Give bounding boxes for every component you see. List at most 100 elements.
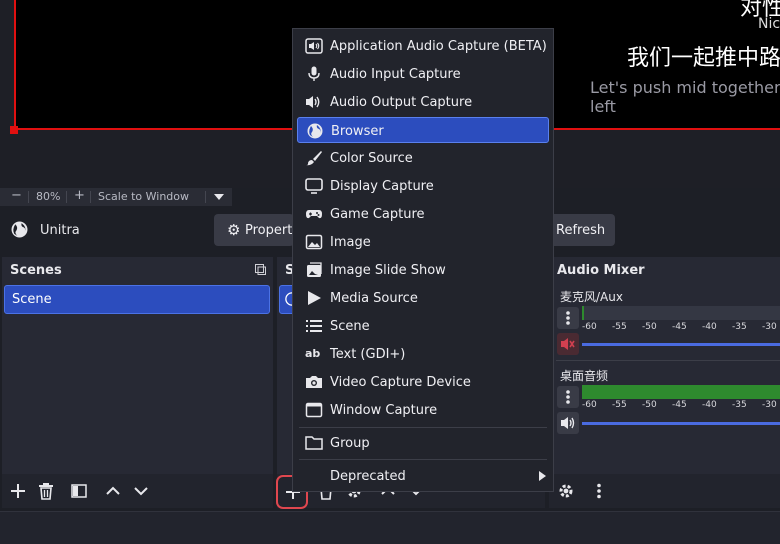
scale-tick: -30	[762, 400, 777, 410]
menu-item-image-slide-show[interactable]: Image Slide Show	[297, 257, 549, 283]
menu-item-display-capture[interactable]: Display Capture	[297, 173, 549, 199]
divider	[205, 191, 206, 203]
menu-item-application-audio-capture[interactable]: Application Audio Capture (BETA)	[297, 33, 549, 59]
properties-button[interactable]: ⚙ Properti	[214, 214, 296, 246]
menu-item-label: Audio Input Capture	[330, 67, 461, 82]
list-icon	[306, 320, 322, 332]
slideshow-icon	[307, 262, 322, 277]
overlay-english-line-2: left	[590, 97, 616, 116]
menu-item-group[interactable]: Group	[297, 430, 549, 456]
mute-button[interactable]	[557, 333, 579, 355]
scale-mode-select[interactable]: Scale to Window	[98, 190, 189, 203]
camera-icon	[306, 376, 322, 388]
text-icon: ab	[305, 347, 321, 360]
menu-item-image[interactable]: Image	[297, 229, 549, 255]
scale-tick: -35	[732, 322, 747, 332]
scale-tick: -60	[582, 322, 597, 332]
divider	[90, 191, 91, 203]
chevron-down-icon[interactable]	[132, 482, 150, 500]
menu-item-label: Audio Output Capture	[330, 95, 473, 110]
zoom-out-button[interactable]: −	[11, 188, 22, 203]
scene-item-label: Scene	[12, 292, 52, 307]
menu-item-game-capture[interactable]: Game Capture	[297, 201, 549, 227]
menu-item-audio-input-capture[interactable]: Audio Input Capture	[297, 61, 549, 87]
channel-options-button[interactable]	[557, 307, 579, 329]
microphone-icon	[308, 66, 320, 81]
scale-tick: -45	[672, 322, 687, 332]
chevron-right-icon	[539, 471, 546, 481]
zoom-in-button[interactable]: +	[74, 188, 85, 203]
more-options-icon[interactable]	[590, 482, 608, 500]
scenes-title: Scenes	[10, 263, 62, 278]
scale-tick: -60	[582, 400, 597, 410]
menu-item-color-source[interactable]: Color Source	[297, 145, 549, 171]
overlay-chinese-line: 我们一起推中路	[627, 46, 780, 71]
properties-label: Properti	[245, 223, 296, 238]
menu-item-audio-output-capture[interactable]: Audio Output Capture	[297, 89, 549, 115]
chevron-up-icon[interactable]	[104, 482, 122, 500]
menu-item-label: Image Slide Show	[330, 263, 446, 278]
play-icon	[308, 291, 321, 305]
brush-icon	[306, 151, 322, 166]
mixer-channel-name: 桌面音频	[560, 369, 609, 383]
gear-icon: ⚙	[227, 221, 241, 239]
channel-options-button[interactable]	[557, 386, 579, 408]
speaker-icon	[561, 417, 575, 429]
globe-icon	[11, 221, 28, 238]
volume-slider[interactable]	[582, 422, 780, 425]
volume-slider[interactable]	[582, 343, 780, 346]
mixer-header: Audio Mixer	[549, 257, 780, 283]
app-audio-icon	[305, 38, 323, 54]
menu-item-label: Window Capture	[330, 403, 438, 418]
menu-separator	[299, 427, 547, 428]
mute-button[interactable]	[557, 412, 579, 434]
more-options-icon	[566, 390, 570, 404]
scenes-header: Scenes	[2, 257, 273, 283]
menu-item-text-gdi[interactable]: ab Text (GDI+)	[297, 341, 549, 367]
menu-item-label: Deprecated	[330, 469, 406, 484]
zoom-level: 80%	[36, 190, 61, 203]
add-icon[interactable]	[9, 482, 27, 500]
image-icon	[305, 234, 323, 250]
globe-icon	[307, 123, 323, 139]
trash-icon[interactable]	[37, 482, 55, 500]
menu-item-label: Media Source	[330, 291, 418, 306]
undock-icon[interactable]	[255, 264, 266, 275]
menu-separator	[299, 459, 547, 460]
menu-item-label: Scene	[330, 319, 370, 334]
divider	[556, 360, 780, 361]
volume-meter	[582, 385, 780, 399]
scene-item[interactable]: Scene	[4, 285, 270, 314]
scenes-dock: Scenes Scene	[2, 257, 273, 508]
overlay-name-partial: Nic	[758, 16, 780, 32]
menu-item-browser[interactable]: Browser	[297, 117, 549, 143]
mixer-title: Audio Mixer	[557, 263, 645, 278]
resize-handle[interactable]	[10, 126, 18, 134]
meter-level	[582, 385, 780, 399]
scale-tick: -50	[642, 322, 657, 332]
scale-tick: -30	[762, 322, 777, 332]
gamepad-icon	[306, 210, 322, 219]
monitor-icon	[305, 178, 323, 194]
menu-item-scene[interactable]: Scene	[297, 313, 549, 339]
speaker-muted-icon	[561, 338, 575, 350]
meter-level	[582, 306, 584, 320]
gear-icon[interactable]	[557, 482, 575, 500]
filter-panel-icon[interactable]	[70, 482, 88, 500]
scale-tick: -50	[642, 400, 657, 410]
volume-meter	[582, 306, 780, 320]
menu-item-label: Game Capture	[330, 207, 425, 222]
menu-item-label: Video Capture Device	[330, 375, 471, 390]
chevron-down-icon[interactable]	[214, 194, 224, 200]
more-options-icon	[566, 311, 570, 325]
menu-item-video-capture-device[interactable]: Video Capture Device	[297, 369, 549, 395]
menu-item-label: Image	[330, 235, 371, 250]
divider	[28, 191, 29, 203]
menu-item-deprecated[interactable]: Deprecated	[297, 463, 549, 489]
scale-tick: -40	[702, 322, 717, 332]
add-source-menu: Application Audio Capture (BETA) Audio I…	[292, 28, 554, 492]
scale-tick: -55	[612, 400, 627, 410]
menu-item-media-source[interactable]: Media Source	[297, 285, 549, 311]
scale-tick: -55	[612, 322, 627, 332]
menu-item-window-capture[interactable]: Window Capture	[297, 397, 549, 423]
